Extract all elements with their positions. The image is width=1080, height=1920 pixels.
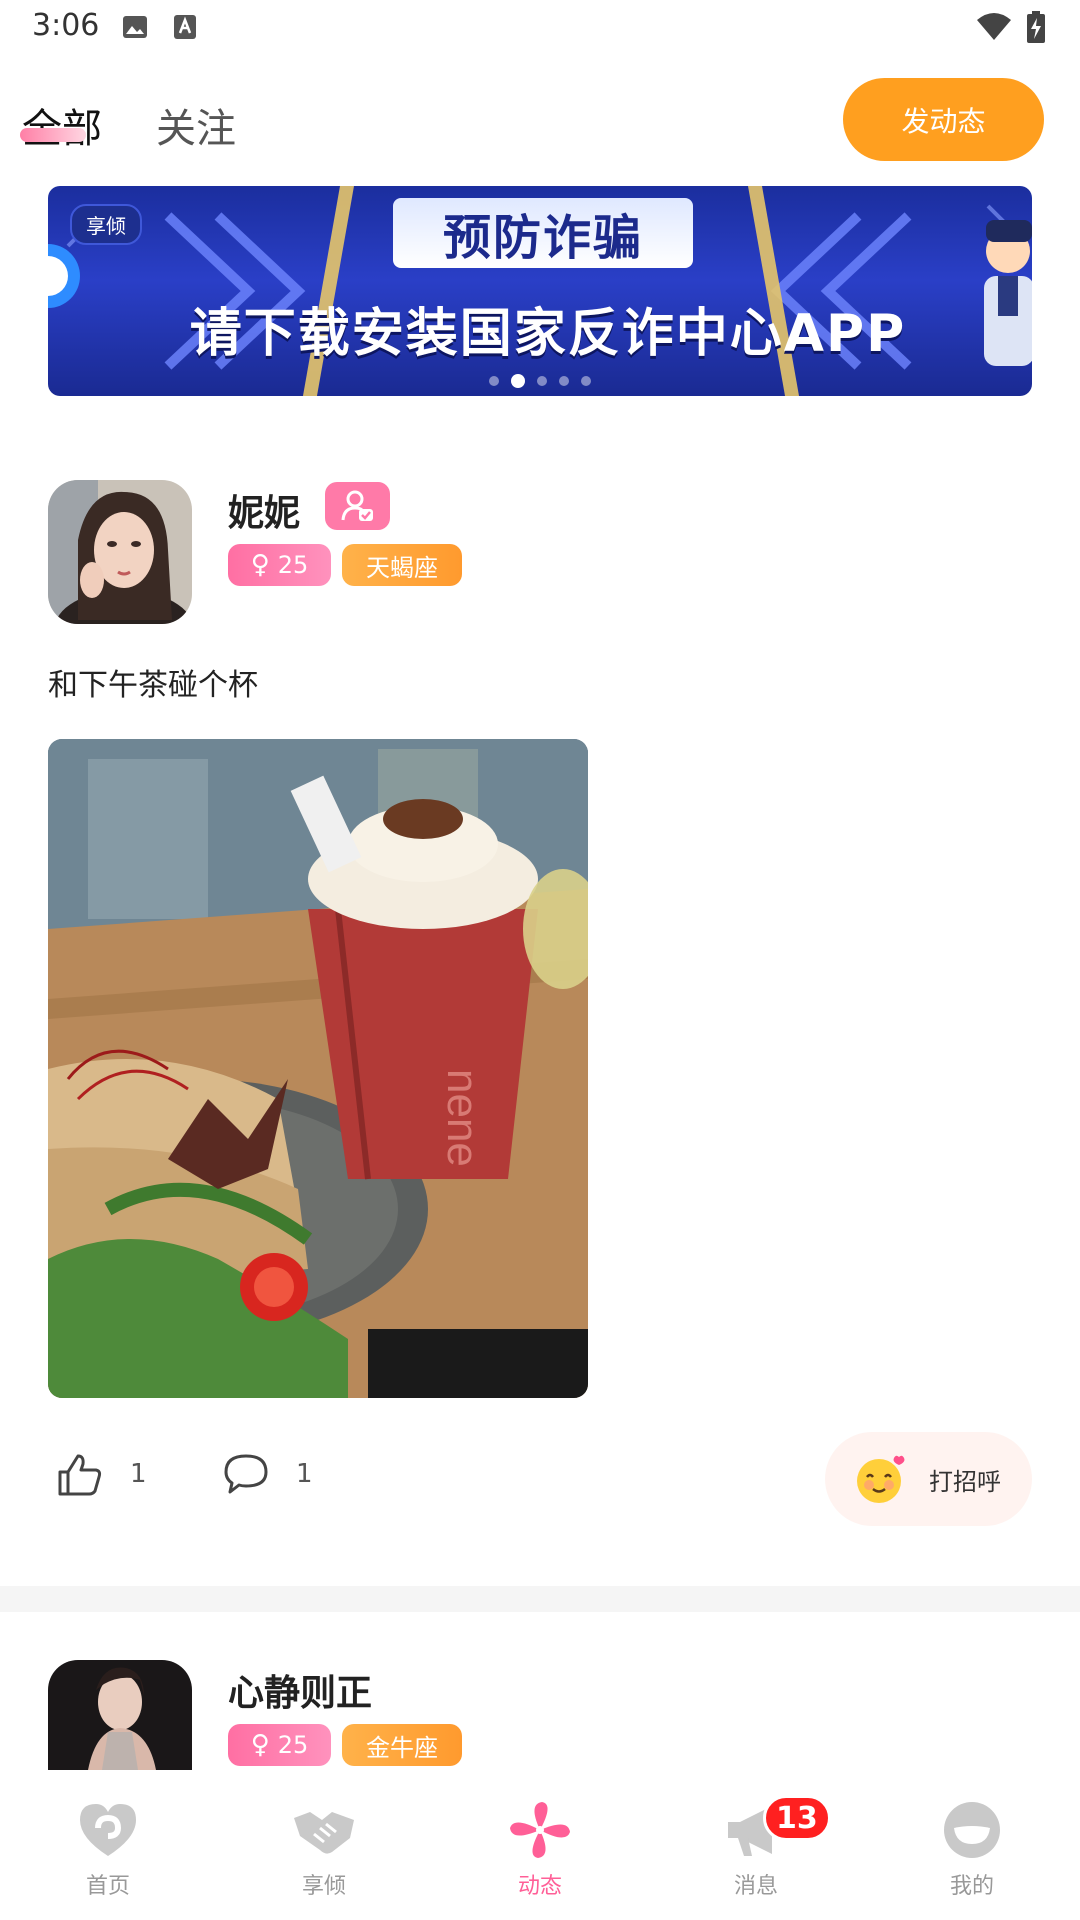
nav-xiangqing[interactable]: 享倾 <box>249 1770 399 1920</box>
banner-subtitle: 请下载安装国家反诈中心APP <box>189 303 907 364</box>
zodiac-chip: 天蝎座 <box>342 544 462 586</box>
post-text: 和下午茶碰个杯 <box>48 668 258 703</box>
post-image[interactable]: nene <box>48 739 588 1398</box>
active-tab-indicator <box>20 128 86 142</box>
zodiac-chip: 金牛座 <box>342 1724 462 1766</box>
female-icon: ♀ <box>250 550 270 580</box>
nav-home[interactable]: 首页 <box>33 1770 183 1920</box>
bottom-navigation: 首页 享倾 动态 消息 13 我的 <box>0 1770 1080 1920</box>
age-value: 25 <box>277 1731 309 1759</box>
nav-home-label: 首页 <box>85 1874 130 1899</box>
avatar-photo <box>48 1660 192 1770</box>
banner-title: 预防诈骗 <box>442 210 643 266</box>
female-icon: ♀ <box>250 1730 270 1760</box>
tab-all[interactable]: 全部 <box>22 96 102 154</box>
status-time: 3:06 <box>32 8 100 43</box>
carousel-dot-active[interactable] <box>511 374 525 388</box>
nav-profile-label: 我的 <box>949 1874 994 1899</box>
nav-moments-label: 动态 <box>517 1874 562 1899</box>
carousel-dot[interactable] <box>581 376 591 386</box>
age-chip: ♀ 25 <box>228 544 331 586</box>
like-count: 1 <box>130 1459 147 1489</box>
like-action[interactable]: 1 <box>56 1450 147 1498</box>
profile-face-icon <box>944 1802 1000 1858</box>
nav-messages[interactable]: 消息 13 <box>681 1770 831 1920</box>
unread-count-badge: 13 <box>763 1795 831 1841</box>
nav-moments[interactable]: 动态 <box>465 1770 615 1920</box>
thumbs-up-icon <box>58 1454 102 1496</box>
age-value: 25 <box>277 551 309 579</box>
pinwheel-icon <box>510 1802 570 1858</box>
comment-count: 1 <box>296 1459 313 1489</box>
post-username[interactable]: 心静则正 <box>228 1664 372 1716</box>
greet-label: 打招呼 <box>929 1468 1001 1496</box>
battery-charging-icon <box>1027 11 1045 43</box>
nav-messages-label: 消息 <box>733 1874 778 1899</box>
banner-subtitle-box: 请下载安装国家反诈中心APP <box>98 280 998 376</box>
smiley-wink-icon <box>857 1455 905 1503</box>
text-notification-icon <box>174 15 196 39</box>
post-photo-drink-and-food: nene <box>48 739 588 1398</box>
status-bar: 3:06 <box>0 0 1080 56</box>
banner-tag: 享倾 <box>70 204 142 245</box>
banner-carousel[interactable]: 享倾 预防诈骗 请下载安装国家反诈中心APP <box>48 186 1032 396</box>
carousel-indicator <box>48 374 1032 388</box>
comment-action[interactable]: 1 <box>222 1450 313 1498</box>
age-chip: ♀ 25 <box>228 1724 331 1766</box>
gallery-notification-icon <box>123 16 147 38</box>
post-divider <box>0 1586 1080 1612</box>
verified-user-icon <box>341 490 373 521</box>
user-avatar[interactable] <box>48 480 192 624</box>
avatar-photo <box>48 480 192 624</box>
svg-text:nene: nene <box>438 1069 487 1167</box>
nav-xiangqing-label: 享倾 <box>301 1874 346 1899</box>
banner-title-box: 预防诈骗 <box>393 198 693 268</box>
verified-badge <box>325 482 390 530</box>
handshake-icon <box>294 1812 354 1854</box>
comment-bubble-icon <box>224 1454 268 1494</box>
tab-follow[interactable]: 关注 <box>156 96 236 154</box>
home-heart-icon <box>80 1804 136 1856</box>
nav-profile[interactable]: 我的 <box>897 1770 1047 1920</box>
post-status-button[interactable]: 发动态 <box>843 78 1044 161</box>
user-avatar[interactable] <box>48 1660 192 1770</box>
carousel-dot[interactable] <box>537 376 547 386</box>
carousel-dot[interactable] <box>489 376 499 386</box>
greet-button[interactable]: 打招呼 <box>825 1432 1032 1526</box>
post-username[interactable]: 妮妮 <box>228 484 300 536</box>
carousel-dot[interactable] <box>559 376 569 386</box>
wifi-icon <box>977 13 1011 40</box>
